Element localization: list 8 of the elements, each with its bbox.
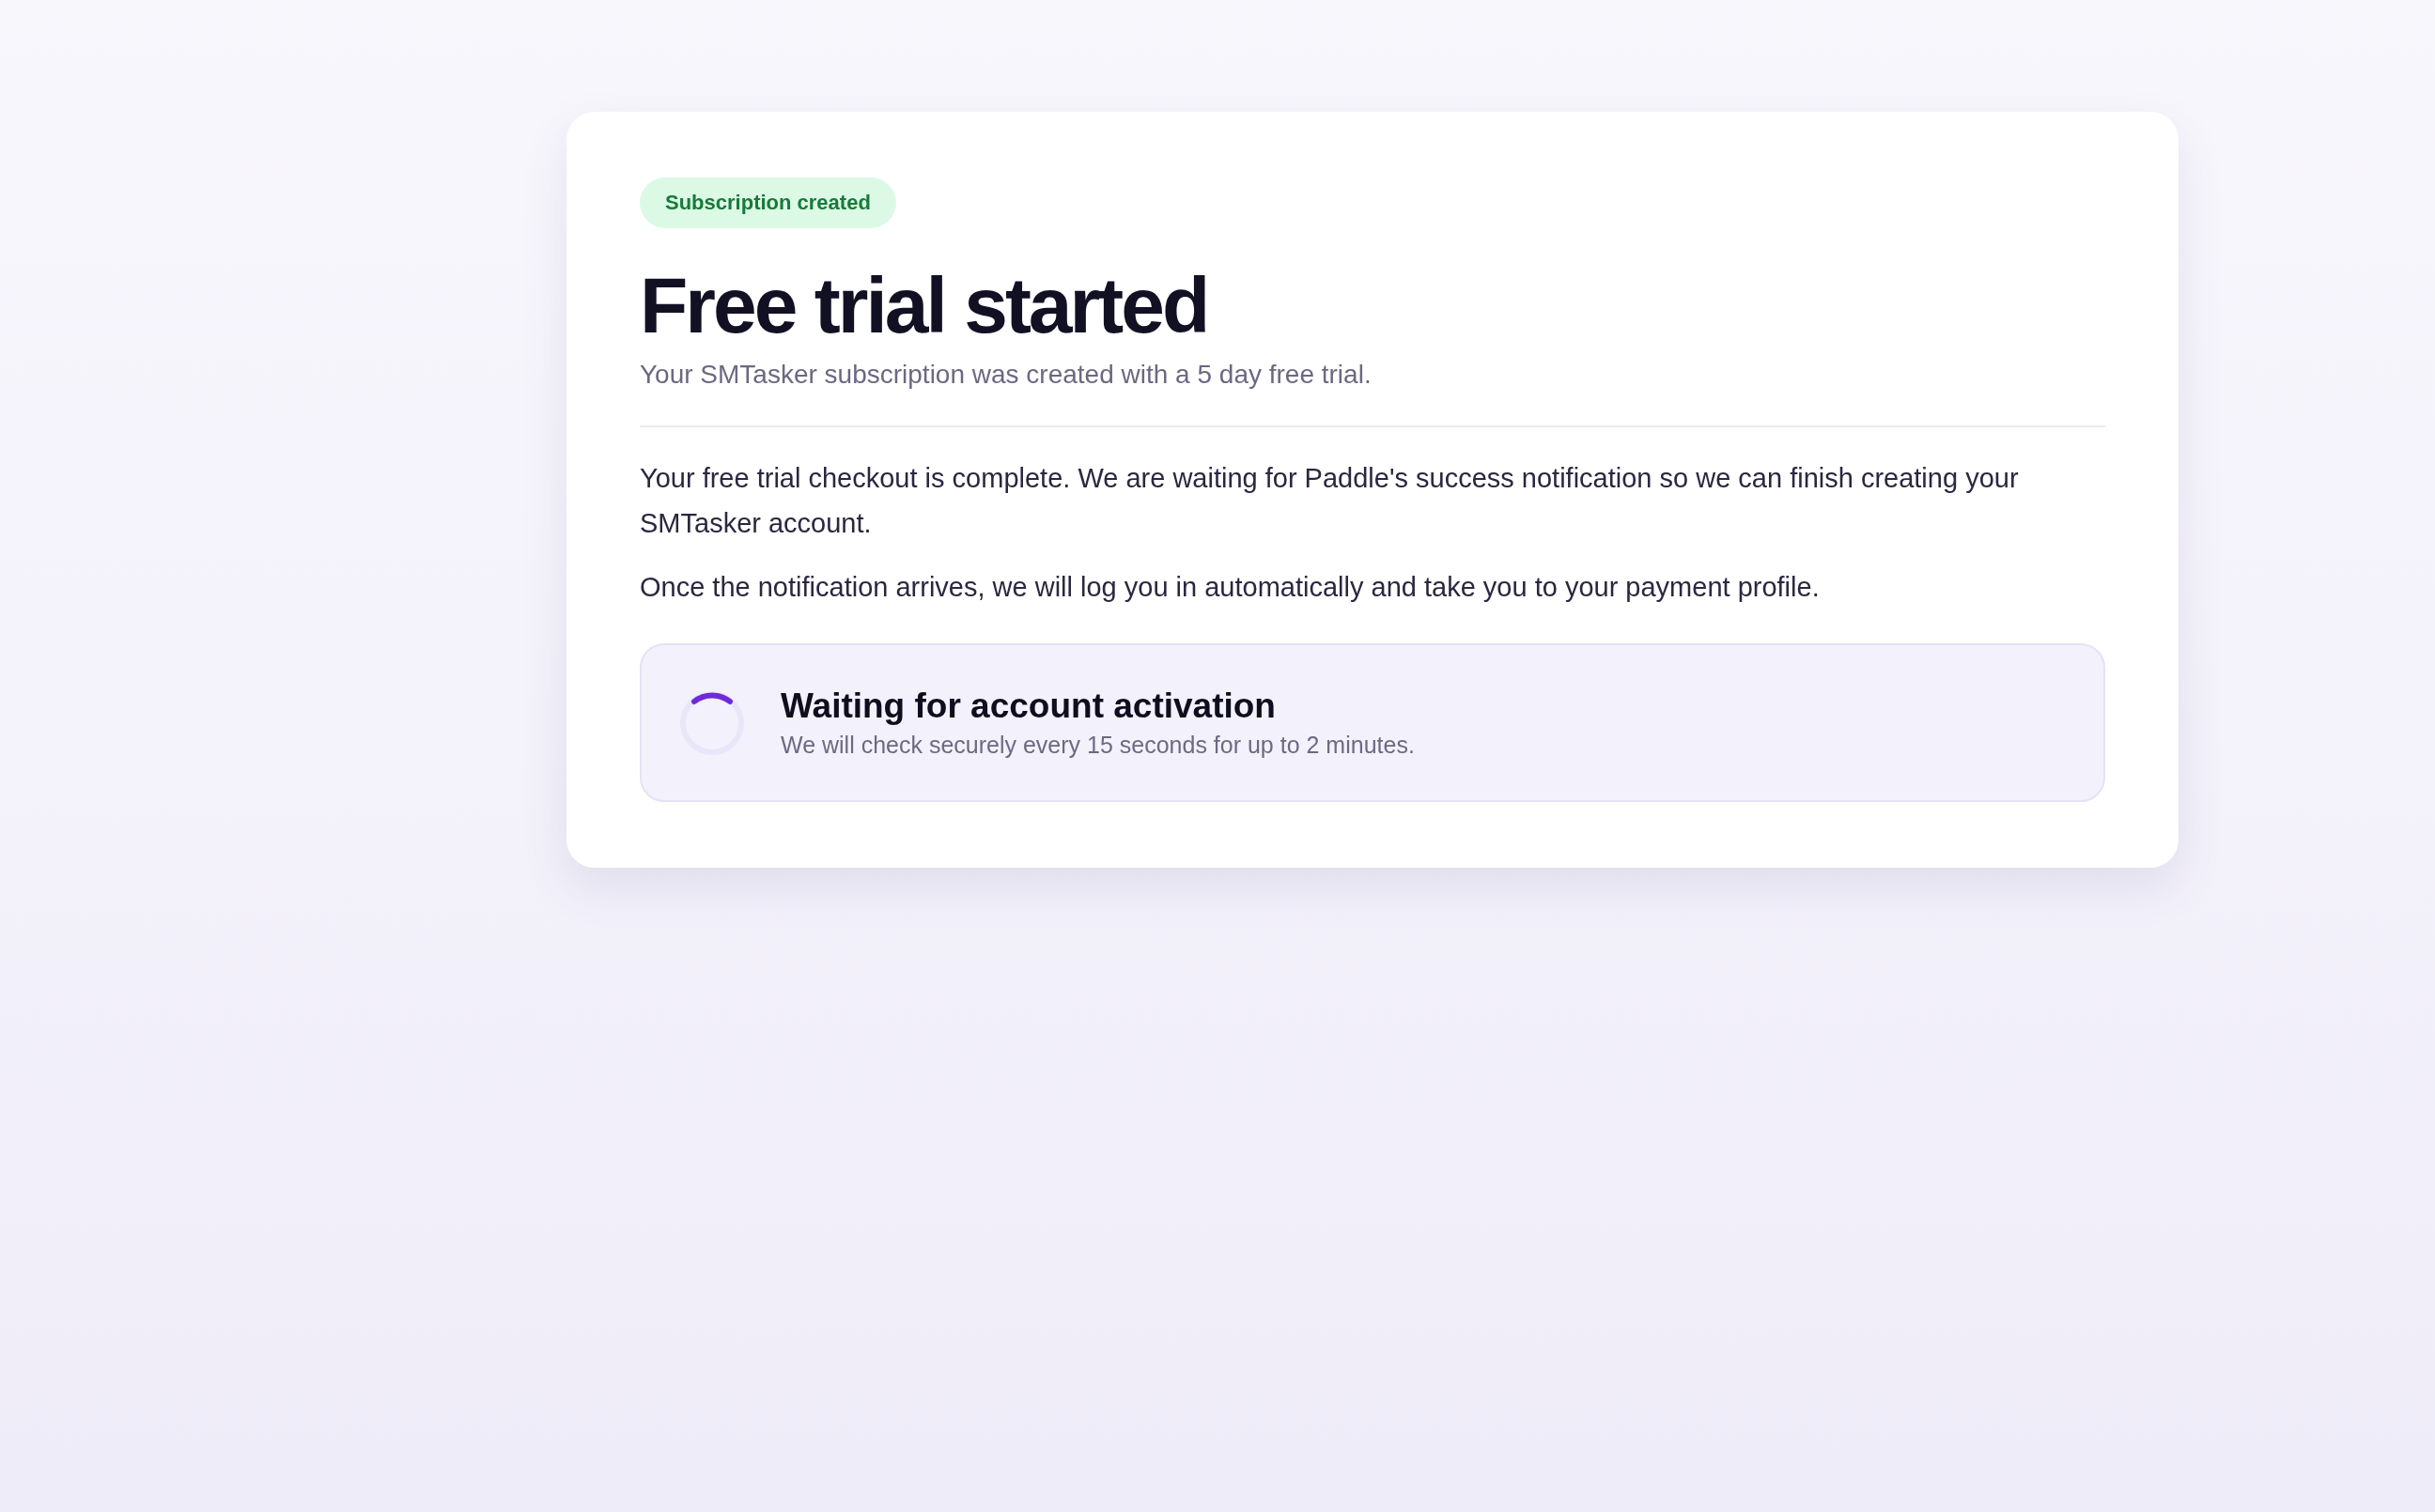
status-badge: Subscription created bbox=[640, 177, 896, 228]
page-title: Free trial started bbox=[640, 264, 1209, 347]
loading-spinner-icon bbox=[679, 689, 745, 756]
body-paragraph: Once the notification arrives, we will log you in automatically and take you to your payment profile. bbox=[640, 571, 1821, 605]
body-paragraph: Your free trial checkout is complete. We are waiting for Paddle's success notification so we can finish creating your SMTasker account. bbox=[640, 462, 2020, 541]
status-title: Waiting for account activation bbox=[781, 687, 1277, 727]
status-detail: We will check securely every 15 seconds for up to 2 minutes. bbox=[781, 732, 1415, 760]
subtitle-text: Your SMTasker subscription was created with a 5 day free trial. bbox=[640, 360, 1373, 391]
